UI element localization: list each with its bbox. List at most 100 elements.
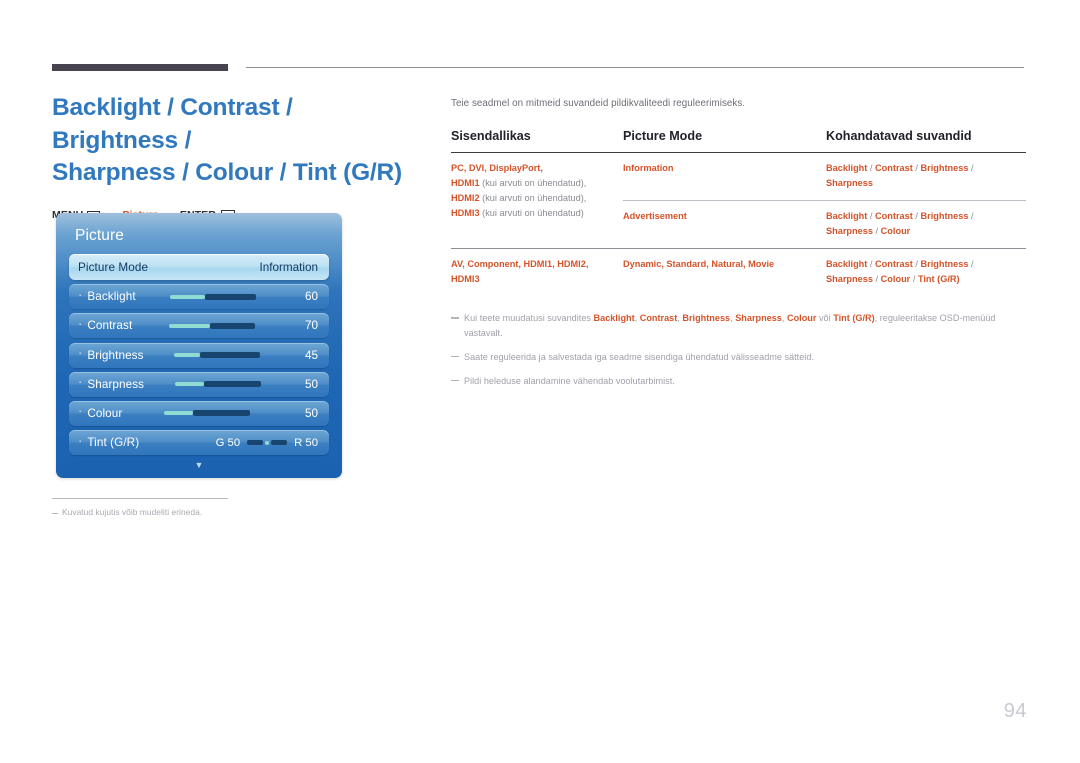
slider-fill [174, 382, 204, 387]
osd-row-backlight[interactable]: · Backlight 60 [69, 284, 329, 310]
osd-row-label: Tint (G/R) [87, 436, 140, 450]
source-term: HDMI3 [451, 273, 480, 284]
option-separator: / [872, 225, 881, 236]
header-rule-line [246, 67, 1024, 68]
osd-row-label: Colour [87, 406, 123, 420]
chevron-down-icon[interactable]: ▼ [56, 461, 342, 470]
osd-row-list: Picture Mode Information · Backlight 60 · Cont… [69, 254, 329, 456]
osd-row-value: 50 [304, 377, 318, 391]
note-text: Kui teete muudatusi suvandites Backlight… [464, 313, 996, 338]
column-header-picture-mode: Picture Mode [623, 129, 826, 153]
note-text: Saate reguleerida ja salvestada iga sead… [464, 351, 814, 362]
option-separator: / [968, 163, 974, 173]
tint-green-value: G 50 [215, 436, 241, 449]
osd-row-value: 70 [304, 319, 318, 333]
option-separator: / [867, 258, 876, 269]
option-separator: / [968, 258, 974, 269]
osd-slider[interactable] [163, 410, 250, 417]
option-separator: / [867, 163, 876, 173]
slider-fill [174, 353, 201, 358]
osd-slider[interactable] [174, 352, 261, 359]
page-number: 94 [1003, 700, 1027, 722]
slider-track [205, 293, 257, 300]
note-highlight-term: Colour [786, 313, 817, 324]
option-term: Backlight [826, 163, 868, 173]
option-term: Colour [880, 273, 911, 284]
slider-fill [170, 294, 206, 299]
picture-mode-table: Sisendallikas Picture Mode Kohandatavad … [451, 129, 1026, 296]
table-row: PC, DVI, DisplayPort, HDMI1 (kui arvuti o… [451, 153, 1026, 218]
osd-slider[interactable] [168, 322, 255, 329]
left-footnote: Kuvatud kujutis võib mudeliti erineda. [52, 507, 382, 517]
source-term: (kui arvuti on ühendatud) [479, 207, 584, 218]
source-term: , [540, 163, 543, 173]
option-term: Tint (G/R) [917, 273, 960, 284]
left-note-divider [52, 498, 228, 499]
source-term: DisplayPort [489, 163, 541, 173]
cell-adjustable-options: Backlight / Contrast / Brightness / Shar… [826, 247, 1026, 296]
osd-slider[interactable] [170, 293, 257, 300]
picture-mode-term: Natural [711, 258, 744, 269]
column-header-source: Sisendallikas [451, 129, 623, 153]
osd-row-picture-mode[interactable]: Picture Mode Information [69, 254, 329, 280]
note-highlight-term: Backlight [593, 313, 635, 324]
osd-row-colour[interactable]: · Colour 50 [69, 400, 329, 426]
note-item: Kui teete muudatusi suvandites Backlight… [451, 311, 1026, 339]
option-term: Brightness [920, 258, 969, 269]
osd-row-brightness[interactable]: · Brightness 45 [69, 342, 329, 368]
source-term: HDMI1 [523, 258, 553, 269]
slider-track [203, 381, 261, 388]
source-term: Component [467, 258, 519, 269]
note-highlight-term: Brightness [682, 313, 731, 324]
intro-text: Teie seadmel on mitmeid suvandeid pildik… [451, 98, 746, 109]
note-highlight-term: Tint (G/R) [833, 313, 875, 324]
note-text: Pildi heleduse alandamine vähendab voolu… [464, 375, 675, 386]
picture-mode-term: Advertisement [623, 210, 687, 221]
option-term: Brightness [920, 163, 969, 173]
osd-row-value: 50 [304, 406, 318, 420]
osd-row-value: 45 [304, 348, 318, 362]
option-term: Contrast [875, 163, 913, 173]
picture-mode-term: Movie [748, 258, 775, 269]
cell-picture-mode: Advertisement [623, 199, 826, 249]
osd-tint-control[interactable]: G 50 R 50 [216, 437, 318, 449]
osd-row-contrast[interactable]: · Contrast 70 [69, 313, 329, 339]
osd-slider[interactable] [174, 381, 261, 388]
option-separator: / [872, 273, 881, 284]
osd-row-sharpness[interactable]: · Sharpness 50 [69, 371, 329, 397]
cell-input-source: AV, Component, HDMI1, HDMI2, HDMI3 [451, 247, 623, 296]
source-separator: , [585, 258, 589, 269]
manual-page: Backlight / Contrast / Brightness / Shar… [0, 0, 1080, 763]
tint-red-value: R 50 [294, 436, 318, 449]
option-term: Sharpness [826, 177, 873, 188]
left-footnote-text: Kuvatud kujutis võib mudeliti erineda. [62, 507, 203, 517]
slider-fill [163, 411, 193, 416]
page-title: Backlight / Contrast / Brightness / Shar… [52, 92, 422, 190]
right-column: Teie seadmel on mitmeid suvandeid pildik… [451, 98, 1026, 398]
source-term: (kui arvuti on ühendatud), [479, 177, 587, 188]
picture-mode-term: Standard [666, 258, 707, 269]
option-term: Sharpness [826, 273, 873, 284]
cell-input-source: PC, DVI, DisplayPort, HDMI1 (kui arvuti o… [451, 153, 623, 249]
option-term: Backlight [826, 210, 868, 221]
column-header-options: Kohandatavad suvandid [826, 129, 1026, 153]
osd-row-label: Contrast [87, 319, 133, 333]
table-row: AV, Component, HDMI1, HDMI2, HDMI3 Dynami… [451, 247, 1026, 296]
tint-segment-right [271, 439, 288, 446]
notes-list: Kui teete muudatusi suvandites Backlight… [451, 311, 1026, 387]
source-term: (kui arvuti on ühendatud), [479, 192, 587, 203]
osd-row-label: Brightness [87, 348, 144, 362]
cell-picture-mode: Dynamic, Standard, Natural, Movie [623, 247, 826, 296]
tint-segment-left [247, 439, 264, 446]
osd-row-tint-g-r[interactable]: · Tint (G/R) G 50 R 50 [69, 430, 329, 456]
option-term: Contrast [875, 258, 913, 269]
option-term: Colour [880, 225, 911, 236]
source-term: DVI [468, 163, 485, 173]
osd-row-label: Backlight [87, 290, 136, 304]
source-term: HDMI3 [451, 207, 480, 218]
table-header-row: Sisendallikas Picture Mode Kohandatavad … [451, 129, 1026, 153]
osd-title: Picture [75, 227, 124, 244]
source-term: HDMI2 [451, 192, 480, 203]
left-column: Backlight / Contrast / Brightness / Shar… [52, 92, 422, 221]
tint-slider[interactable] [247, 439, 288, 446]
